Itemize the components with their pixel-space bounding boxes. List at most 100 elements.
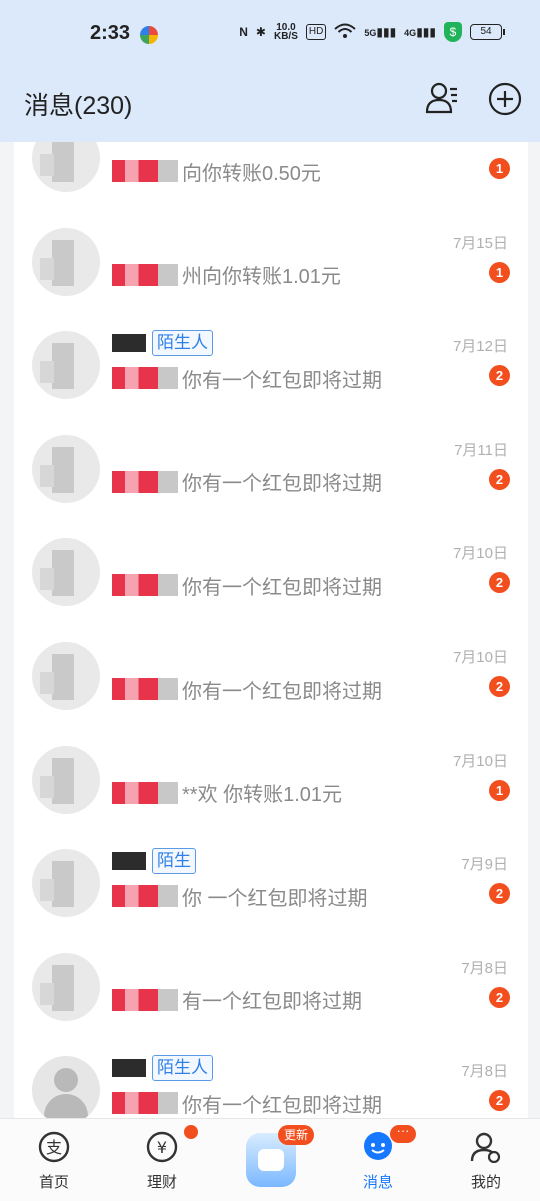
message-row[interactable]: 7月8日有一个红包即将过期 2 bbox=[14, 929, 528, 1032]
bluetooth-icon: ✱ bbox=[255, 25, 266, 39]
stranger-tag: 陌生人 bbox=[152, 330, 213, 357]
message-row[interactable]: 7月15日州向你转账1.01元 1 bbox=[14, 204, 528, 307]
signal-5g-icon: 5G▮▮▮ bbox=[364, 25, 397, 39]
contact-name bbox=[112, 1059, 146, 1078]
network-speed: 10.0 KB/S bbox=[273, 22, 298, 42]
message-preview: 你有一个红包即将过期 bbox=[112, 363, 382, 393]
nav-messages-label: 消息 bbox=[362, 1174, 393, 1191]
message-preview: 你有一个红包即将过期 bbox=[112, 570, 382, 600]
nav-home[interactable]: 支 首页 bbox=[0, 1119, 108, 1201]
message-row[interactable]: 7月10日你有一个红包即将过期 2 bbox=[14, 514, 528, 617]
nav-profile[interactable]: 我的 bbox=[432, 1119, 540, 1201]
nfc-icon: N bbox=[239, 25, 248, 39]
message-preview: 你有一个红包即将过期 bbox=[112, 674, 382, 704]
bottom-nav: 支 首页 ¥ 理财 更新 消息 ··· 我的 bbox=[0, 1118, 540, 1201]
unread-badge: 2 bbox=[489, 365, 510, 387]
stranger-tag: 陌生 bbox=[152, 848, 196, 875]
redacted-sender bbox=[112, 988, 178, 1011]
update-badge: 更新 bbox=[278, 1125, 315, 1145]
nav-wealth[interactable]: ¥ 理财 bbox=[108, 1119, 216, 1201]
message-date: 7月15日 bbox=[452, 234, 508, 252]
redacted-sender bbox=[112, 367, 178, 390]
signal-5g-label: 5G bbox=[364, 28, 377, 38]
contacts-icon[interactable] bbox=[424, 80, 460, 116]
profile-icon bbox=[470, 1132, 501, 1163]
message-date: 7月11日 bbox=[454, 441, 508, 459]
message-preview: 向你转账0.50元 bbox=[112, 156, 321, 186]
message-row[interactable]: 7月10日 你有一个红包即将过期 2 bbox=[14, 618, 528, 721]
page-title: 消息(230) bbox=[24, 92, 133, 120]
status-time: 2:33 bbox=[90, 22, 131, 44]
message-row[interactable]: 向你转账0.50元 1 bbox=[14, 142, 528, 203]
avatar bbox=[32, 434, 100, 503]
message-text: 你有一个红包即将过期 bbox=[182, 473, 382, 496]
redacted-sender bbox=[112, 1092, 178, 1115]
center-assistant-icon bbox=[258, 1149, 284, 1171]
message-preview: 你有一个红包即将过期 bbox=[112, 467, 382, 497]
avatar bbox=[32, 142, 100, 192]
message-date: 7月8日 bbox=[461, 1063, 508, 1081]
contact-name-line: 陌生人 bbox=[112, 1054, 213, 1082]
contact-name bbox=[112, 334, 146, 353]
message-preview: 你有一个红包即将过期 bbox=[112, 1088, 382, 1118]
message-date: 7月9日 bbox=[461, 856, 508, 874]
add-icon[interactable] bbox=[488, 82, 522, 116]
message-row[interactable]: 7月11日你有一个红包即将过期 2 bbox=[14, 411, 528, 514]
avatar bbox=[32, 227, 100, 296]
unread-badge: 1 bbox=[489, 158, 510, 179]
redacted-sender bbox=[112, 263, 178, 286]
status-icons: N ✱ 10.0 KB/S HD 5G▮▮▮ 4G▮▮▮ $ 54 bbox=[239, 22, 505, 42]
status-bar: 2:33 N ✱ 10.0 KB/S HD 5G▮▮▮ 4G▮▮▮ $ 54 bbox=[0, 0, 540, 70]
redacted-sender bbox=[112, 160, 178, 182]
avatar bbox=[32, 745, 100, 814]
message-text: 你有一个红包即将过期 bbox=[182, 369, 382, 392]
message-row[interactable]: 陌生 7月9日你 一个红包即将过期 2 bbox=[14, 825, 528, 928]
hd-icon: HD bbox=[305, 24, 327, 40]
message-date: 7月10日 bbox=[452, 545, 508, 563]
message-text: 你有一个红包即将过期 bbox=[182, 576, 382, 599]
wifi-icon bbox=[334, 23, 357, 42]
message-date: 7月8日 bbox=[461, 959, 508, 977]
svg-text:支: 支 bbox=[46, 1138, 62, 1157]
home-alipay-icon: 支 bbox=[38, 1131, 70, 1163]
message-text: 有一个红包即将过期 bbox=[182, 991, 362, 1014]
avatar bbox=[32, 1056, 100, 1118]
avatar bbox=[32, 538, 100, 607]
avatar bbox=[32, 952, 100, 1021]
redacted-sender bbox=[112, 781, 178, 804]
contact-name-line: 陌生 bbox=[112, 847, 196, 875]
security-shield-icon: $ bbox=[444, 22, 462, 42]
battery-icon: 54 bbox=[470, 24, 505, 40]
messages-badge: ··· bbox=[390, 1124, 416, 1143]
redacted-sender bbox=[112, 574, 178, 597]
message-text: 向你转账0.50元 bbox=[182, 162, 321, 185]
unread-badge: 2 bbox=[489, 468, 510, 490]
stranger-tag: 陌生人 bbox=[152, 1055, 213, 1082]
message-text: 你有一个红包即将过期 bbox=[182, 680, 382, 703]
avatar bbox=[32, 331, 100, 400]
contact-name-line: 陌生人 bbox=[112, 329, 213, 357]
message-row[interactable]: 陌生人 7月8日 你有一个红包即将过期 2 bbox=[14, 1032, 528, 1118]
message-row[interactable]: 7月10日 **欢 你转账1.01元 1 bbox=[14, 722, 528, 825]
app-notification-icon bbox=[140, 26, 158, 44]
unread-badge: 2 bbox=[489, 572, 510, 594]
contact-name bbox=[112, 852, 146, 871]
nav-home-label: 首页 bbox=[38, 1174, 69, 1191]
message-date: 7月12日 bbox=[452, 338, 508, 356]
nav-profile-label: 我的 bbox=[470, 1174, 501, 1191]
message-row[interactable]: 陌生人 7月12日你有一个红包即将过期 2 bbox=[14, 307, 528, 410]
unread-badge: 1 bbox=[489, 779, 510, 801]
message-preview: 你 一个红包即将过期 bbox=[112, 881, 368, 911]
message-text: 州向你转账1.01元 bbox=[182, 266, 341, 289]
nav-wealth-label: 理财 bbox=[146, 1174, 177, 1191]
message-preview: 有一个红包即将过期 bbox=[112, 985, 362, 1015]
svg-text:¥: ¥ bbox=[157, 1138, 167, 1157]
redacted-sender bbox=[112, 678, 178, 700]
unread-badge: 2 bbox=[489, 986, 510, 1008]
unread-badge: 1 bbox=[489, 261, 510, 283]
avatar bbox=[32, 642, 100, 710]
message-list: 向你转账0.50元 1 7月15日州向你转账1.01元 1 陌生人 7月12日你有一个红包… bbox=[14, 142, 528, 1118]
avatar bbox=[32, 849, 100, 918]
message-text: **欢 你转账1.01元 bbox=[182, 784, 343, 807]
unread-badge: 2 bbox=[489, 676, 510, 697]
